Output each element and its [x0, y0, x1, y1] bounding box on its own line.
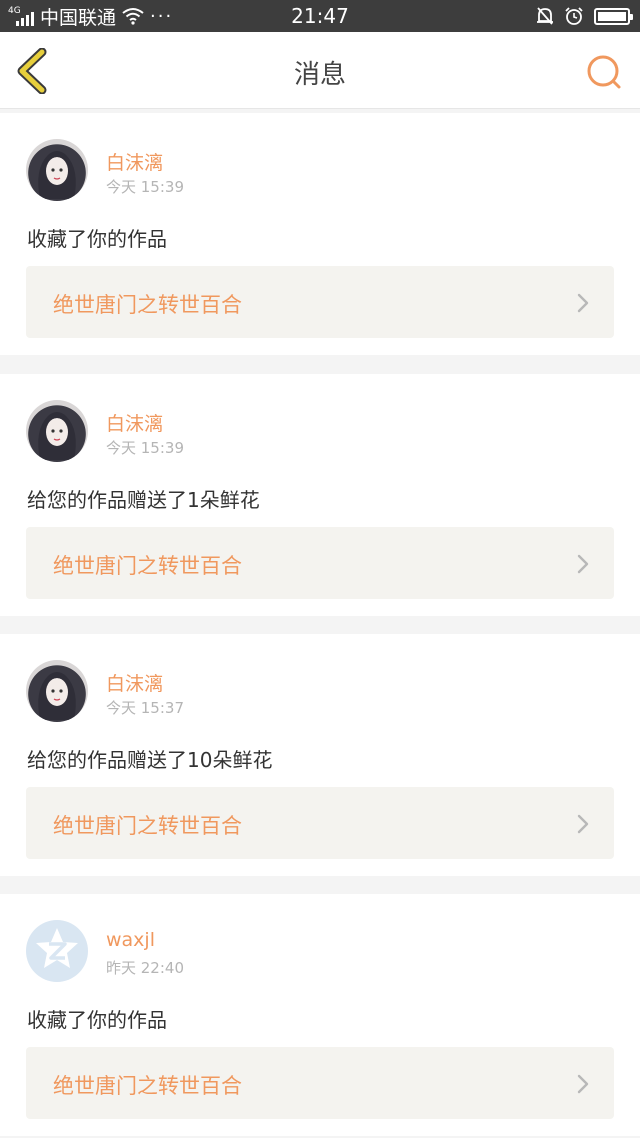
- message-time: 今天 15:39: [106, 178, 184, 196]
- carrier-name: 中国联通: [40, 6, 117, 29]
- message-text: 给您的作品赠送了1朵鲜花: [27, 488, 260, 512]
- chevron-right-icon: [577, 814, 589, 834]
- anime-avatar-image: [38, 672, 76, 720]
- app-header: 消息: [0, 32, 640, 109]
- message-card: 白沫漓 今天 15:39 收藏了你的作品 绝世唐门之转世百合: [0, 113, 640, 355]
- message-card: 白沫漓 今天 15:37 给您的作品赠送了10朵鲜花 绝世唐门之转世百合: [0, 634, 640, 876]
- page-title: 消息: [293, 60, 346, 90]
- wifi-icon: [122, 8, 144, 25]
- search-icon: [587, 55, 621, 89]
- signal-icon: 4G: [8, 6, 34, 26]
- username-link[interactable]: 白沫漓: [106, 669, 163, 696]
- username-link[interactable]: 白沫漓: [106, 409, 163, 436]
- avatar[interactable]: [26, 660, 88, 722]
- avatar[interactable]: [26, 400, 88, 462]
- work-title: 绝世唐门之转世百合: [53, 293, 242, 317]
- message-time: 今天 15:39: [106, 439, 184, 457]
- chevron-right-icon: [577, 554, 589, 574]
- more-dots: ···: [150, 5, 174, 27]
- work-title: 绝世唐门之转世百合: [53, 554, 242, 578]
- message-text: 收藏了你的作品: [27, 227, 167, 251]
- message-card: 白沫漓 今天 15:39 给您的作品赠送了1朵鲜花 绝世唐门之转世百合: [0, 374, 640, 616]
- status-bar: 4G 中国联通 ··· 21:47: [0, 0, 640, 32]
- back-button[interactable]: [14, 48, 54, 94]
- work-link[interactable]: 绝世唐门之转世百合: [26, 527, 614, 599]
- work-link[interactable]: 绝世唐门之转世百合: [26, 266, 614, 338]
- anime-avatar-image: [38, 151, 76, 199]
- default-avatar-icon: [36, 928, 78, 968]
- username-link[interactable]: 白沫漓: [106, 148, 163, 175]
- work-title: 绝世唐门之转世百合: [53, 1074, 242, 1098]
- search-button[interactable]: [584, 52, 624, 92]
- chevron-right-icon: [577, 293, 589, 313]
- avatar[interactable]: [26, 139, 88, 201]
- message-text: 给您的作品赠送了10朵鲜花: [27, 748, 273, 772]
- bell-muted-icon: [537, 7, 553, 25]
- chevron-left-icon: [17, 48, 47, 94]
- message-text: 收藏了你的作品: [27, 1008, 167, 1032]
- work-link[interactable]: 绝世唐门之转世百合: [26, 1047, 614, 1119]
- message-time: 昨天 22:40: [106, 959, 184, 977]
- username-link[interactable]: waxjl: [106, 929, 155, 951]
- alarm-icon: [565, 7, 583, 25]
- message-card: waxjl 昨天 22:40 收藏了你的作品 绝世唐门之转世百合: [0, 894, 640, 1136]
- message-time: 今天 15:37: [106, 699, 184, 717]
- avatar[interactable]: [26, 920, 88, 982]
- work-link[interactable]: 绝世唐门之转世百合: [26, 787, 614, 859]
- anime-avatar-image: [38, 412, 76, 460]
- work-title: 绝世唐门之转世百合: [53, 814, 242, 838]
- battery-icon: [594, 7, 633, 25]
- chevron-right-icon: [577, 1074, 589, 1094]
